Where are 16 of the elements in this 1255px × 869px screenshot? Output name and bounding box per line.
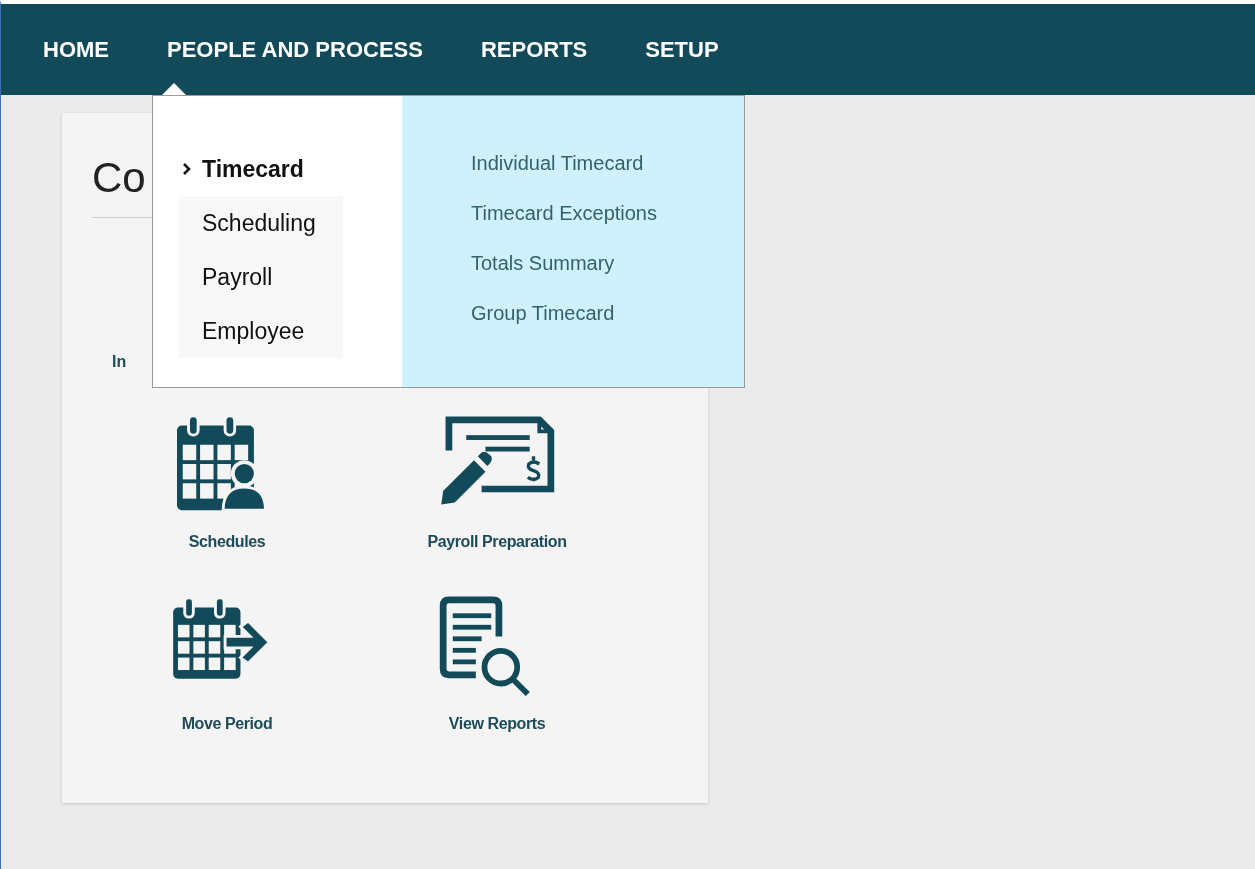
nav-tab[interactable]: PEOPLE AND PROCESS <box>167 4 423 95</box>
card-title: Co <box>92 153 146 203</box>
menu-category[interactable]: Timecard <box>202 151 304 187</box>
tile-label[interactable]: Payroll Preparation <box>427 530 567 554</box>
tile-label[interactable]: In <box>112 352 127 372</box>
tile-label[interactable]: Schedules <box>188 530 266 554</box>
submenu-link[interactable]: Timecard Exceptions <box>471 198 657 228</box>
nav-tab[interactable]: REPORTS <box>480 4 588 95</box>
submenu-link[interactable]: Group Timecard <box>471 298 615 328</box>
tile-label[interactable]: Move Period <box>181 712 273 736</box>
tile-label[interactable]: View Reports <box>448 712 546 736</box>
nav-tab[interactable]: HOME <box>43 4 109 95</box>
submenu-link[interactable]: Individual Timecard <box>471 148 644 178</box>
submenu-link[interactable]: Totals Summary <box>471 248 615 278</box>
chevron-right-icon <box>182 162 192 176</box>
nav-tab[interactable]: SETUP <box>645 4 719 95</box>
